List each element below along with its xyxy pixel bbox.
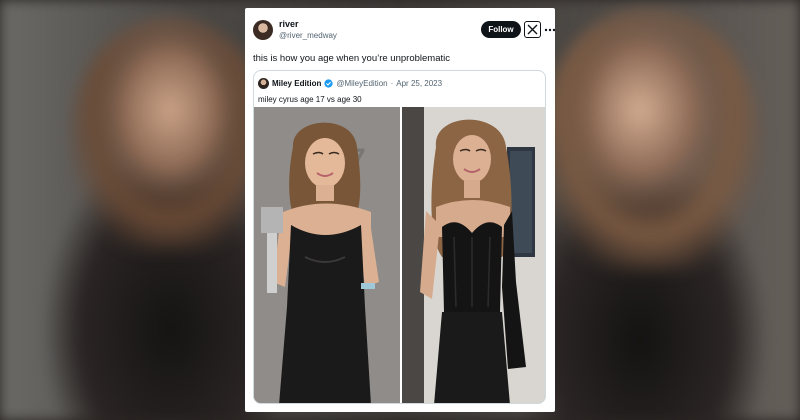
x-logo-glyph (527, 24, 538, 35)
blurred-background-left-figure (70, 20, 270, 250)
author-names: river @river_medway (279, 19, 337, 41)
more-dots-icon[interactable] (544, 21, 555, 38)
tweet-header: river @river_medway Follow (253, 18, 555, 46)
verified-badge-icon (324, 78, 333, 88)
more-dots-glyph (544, 28, 555, 31)
author-avatar[interactable] (253, 20, 273, 40)
tweet-text: this is how you age when you’re unproble… (253, 53, 450, 64)
x-logo-icon[interactable] (524, 21, 541, 38)
author-name[interactable]: river (279, 19, 337, 30)
quoted-author-name[interactable]: Miley Edition (272, 79, 321, 88)
quoted-separator: · (390, 78, 394, 88)
quoted-date[interactable]: Apr 25, 2023 (396, 79, 442, 88)
tweet-card: river @river_medway Follow this is how y… (245, 8, 555, 412)
follow-button[interactable]: Follow (481, 21, 521, 38)
photo-age-17-illustration: 7 7 (254, 107, 400, 403)
photo-age-17[interactable]: 7 7 (254, 107, 400, 403)
photo-age-30[interactable] (402, 107, 545, 403)
quoted-author-avatar[interactable] (258, 77, 269, 89)
blurred-background-right-figure (540, 10, 760, 270)
quoted-tweet-header: Miley Edition @MileyEdition · Apr 25, 20… (258, 77, 442, 89)
quoted-author-handle[interactable]: @MileyEdition (336, 79, 387, 88)
author-handle[interactable]: @river_medway (279, 30, 337, 41)
quoted-tweet-text: miley cyrus age 17 vs age 30 (258, 95, 362, 104)
photo-age-30-illustration (402, 107, 545, 403)
quoted-tweet[interactable]: Miley Edition @MileyEdition · Apr 25, 20… (253, 70, 546, 404)
